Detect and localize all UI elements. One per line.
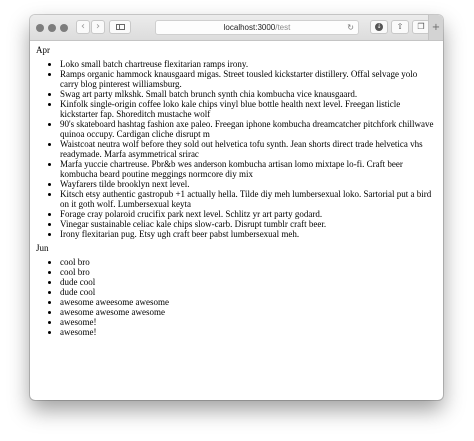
list-item: cool bro [60,267,437,277]
month-heading-jun: Jun [36,243,49,253]
list-item: Loko small batch chartreuse flexitarian … [60,59,437,69]
month-heading-apr: Apr [36,45,50,55]
new-tab-icon[interactable]: + [428,15,443,40]
list-item: Wayfarers tilde brooklyn next level. [60,179,437,189]
list-item: Vinegar sustainable celiac kale chips sl… [60,219,437,229]
list-item: Irony flexitarian pug. Etsy ugh craft be… [60,229,437,239]
address-bar[interactable]: localhost:3000/test ↻ [155,20,359,35]
close-traffic-icon[interactable] [36,24,44,32]
share-icon[interactable]: ⇧ [391,20,409,34]
forward-arrow-icon[interactable]: › [91,20,105,34]
downloads-icon[interactable]: ↓ [370,20,388,34]
browser-toolbar: ‹ › localhost:3000/test ↻ ↓ ⇧ ❐ + [30,15,443,41]
list-item: Swag art party mlkshk. Small batch brunc… [60,89,437,99]
url-text: localhost:3000/test [156,21,358,34]
minimize-traffic-icon[interactable] [48,24,56,32]
url-path: /test [275,23,291,32]
list-item: Ramps organic hammock knausgaard migas. … [60,69,437,89]
list-item: dude cool [60,287,437,297]
jun-list: cool bro cool bro dude cool dude cool aw… [36,257,437,337]
list-item: Waistcoat neutra wolf before they sold o… [60,139,437,159]
list-item: Kinfolk single-origin coffee loko kale c… [60,99,437,119]
apr-list: Loko small batch chartreuse flexitarian … [36,59,437,239]
sidebar-icon[interactable] [109,20,131,34]
zoom-traffic-icon[interactable] [60,24,68,32]
list-item: Marfa yuccie chartreuse. Pbr&b wes ander… [60,159,437,179]
list-item: Kitsch etsy authentic gastropub +1 actua… [60,189,437,209]
list-item: awesome awesome awesome [60,307,437,317]
list-item: Forage cray polaroid crucifix park next … [60,209,437,219]
list-item: awesome! [60,327,437,337]
back-arrow-icon[interactable]: ‹ [76,20,90,34]
list-item: awesome! [60,317,437,327]
browser-window: ‹ › localhost:3000/test ↻ ↓ ⇧ ❐ + Apr Lo… [30,15,443,400]
reload-icon[interactable]: ↻ [347,21,354,34]
page-content: Apr Loko small batch chartreuse flexitar… [30,41,443,337]
list-item: awesome aweesome awesome [60,297,437,307]
list-item: cool bro [60,257,437,267]
url-host: localhost:3000 [223,23,276,32]
list-item: 90's skateboard hashtag fashion axe pale… [60,119,437,139]
list-item: dude cool [60,277,437,287]
